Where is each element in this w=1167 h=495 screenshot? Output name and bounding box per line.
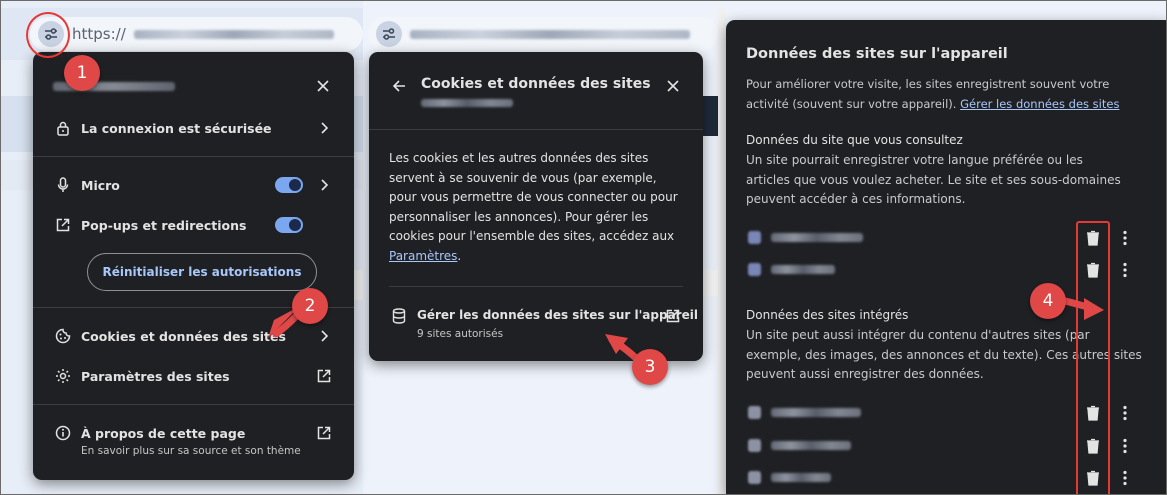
divider [33, 404, 354, 405]
step-badge-2: 2 [292, 288, 328, 324]
chevron-right-icon [316, 120, 332, 136]
about-sublabel: En savoir plus sur sa source et son thèm… [81, 445, 301, 457]
site-settings-row[interactable]: Paramètres des sites [33, 366, 354, 386]
cookies-label: Cookies et données des sites [81, 328, 286, 344]
external-link-icon [665, 308, 681, 324]
site-row [748, 231, 863, 244]
about-row[interactable]: À propos de cette page [33, 423, 354, 443]
site-favicon [748, 406, 761, 419]
cookies-body-end: . [457, 248, 462, 263]
blurred-url [133, 29, 334, 39]
step-badge-1: 1 [64, 55, 100, 91]
blurred-site [771, 441, 851, 450]
site-favicon [748, 439, 761, 452]
site-favicon [748, 231, 761, 244]
micro-row[interactable]: Micro [33, 175, 354, 195]
site-row [748, 263, 835, 276]
device-intro: Pour améliorer votre visite, les sites e… [746, 75, 1151, 114]
mic-icon [55, 177, 71, 193]
cookies-row[interactable]: Cookies et données des sites [33, 326, 354, 346]
blurred-site [771, 408, 861, 417]
popups-toggle[interactable] [275, 217, 303, 233]
site-info-panel: La connexion est sécurisée Micro Pop-ups… [33, 52, 354, 480]
manage-data-row[interactable]: Gérer les données des sites sur l'appare… [369, 304, 703, 344]
blurred-url [410, 29, 690, 39]
secure-label: La connexion est sécurisée [81, 120, 272, 136]
blurred-site [771, 265, 835, 274]
section1-body: Un site pourrait enregistrer votre langu… [746, 153, 1121, 206]
lock-icon [55, 120, 71, 136]
address-bar-middle[interactable] [368, 17, 718, 51]
reset-permissions-button[interactable]: Réinitialiser les autorisations [87, 253, 317, 291]
manage-sublabel: 9 sites autorisés [417, 328, 504, 340]
highlight-rect [1076, 221, 1110, 495]
more-vert-icon[interactable] [1122, 438, 1128, 454]
blurred-site-name [421, 99, 513, 107]
divider [389, 286, 683, 287]
about-label: À propos de cette page [81, 425, 246, 441]
step-badge-4: 4 [1030, 283, 1066, 319]
more-vert-icon[interactable] [1122, 262, 1128, 278]
reset-label: Réinitialiser les autorisations [102, 265, 302, 279]
more-vert-icon[interactable] [1122, 405, 1128, 421]
external-link-icon [316, 425, 332, 441]
settings-link[interactable]: Paramètres [389, 249, 457, 263]
url-prefix: https:// [72, 25, 126, 43]
secure-connection-row[interactable]: La connexion est sécurisée [33, 118, 354, 138]
info-icon [55, 425, 71, 441]
page-strip [718, 8, 726, 495]
manage-site-data-link[interactable]: Gérer les données des sites [960, 97, 1119, 111]
divider [33, 156, 354, 157]
close-icon[interactable] [315, 78, 331, 94]
cookies-panel: Cookies et données des sites Les cookies… [369, 52, 703, 361]
section1-title: Données du site que vous consultez [746, 133, 963, 147]
database-icon [391, 308, 407, 324]
external-link-icon [55, 217, 71, 233]
blurred-site [771, 473, 831, 482]
cookie-icon [55, 328, 71, 344]
step-badge-3: 3 [632, 349, 668, 385]
micro-label: Micro [81, 177, 120, 193]
manage-label: Gérer les données des sites sur l'appare… [417, 308, 698, 322]
popups-label: Pop-ups et redirections [81, 217, 247, 233]
popups-row[interactable]: Pop-ups et redirections [33, 215, 354, 235]
cookies-body: Les cookies et les autres données des si… [389, 151, 678, 243]
site-row [748, 439, 851, 452]
site-row [748, 471, 831, 484]
section2-title: Données des sites intégrés [746, 308, 909, 322]
device-title: Données des sites sur l'appareil [746, 46, 1008, 62]
blurred-site [771, 233, 863, 242]
site-row [748, 406, 861, 419]
back-arrow-icon[interactable] [391, 78, 407, 94]
external-link-icon [316, 368, 332, 384]
page-strip [703, 96, 718, 136]
highlight-circle [26, 12, 70, 58]
page-strip [703, 270, 718, 296]
more-vert-icon[interactable] [1122, 230, 1128, 246]
micro-toggle[interactable] [275, 177, 303, 193]
more-vert-icon[interactable] [1122, 470, 1128, 486]
gear-icon [55, 368, 71, 384]
address-bar-left[interactable]: https:// [30, 17, 363, 51]
divider [369, 129, 703, 130]
chevron-right-icon [316, 177, 332, 193]
cookies-description: Les cookies et les autres données des si… [389, 149, 687, 266]
cookies-title: Cookies et données des sites [421, 76, 651, 92]
close-icon[interactable] [665, 78, 681, 94]
site-favicon [748, 471, 761, 484]
chevron-right-icon [316, 328, 332, 344]
tune-icon[interactable] [376, 21, 402, 47]
site-settings-label: Paramètres des sites [81, 368, 230, 384]
site-favicon [748, 263, 761, 276]
